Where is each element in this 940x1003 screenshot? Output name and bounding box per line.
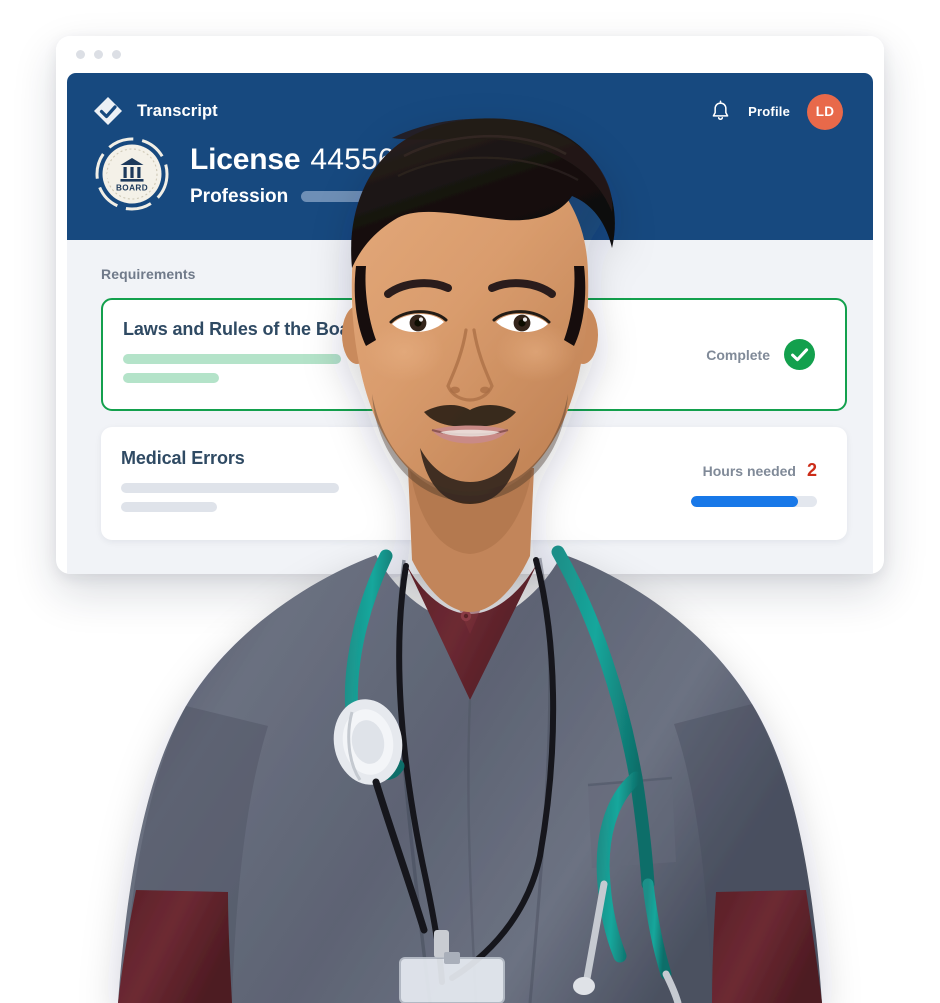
requirement-status: Hours needed 2	[691, 460, 817, 507]
requirements-section: Requirements Laws and Rules of the Board…	[67, 240, 873, 574]
screenshot-root: Transcript Profile LD BOARD License 4455…	[0, 0, 940, 1003]
license-number: 445566	[310, 142, 412, 176]
progress-bar-fill	[691, 496, 799, 507]
section-title: Requirements	[101, 266, 196, 282]
progress-bar	[691, 496, 817, 507]
requirement-info: Laws and Rules of the Board	[123, 317, 367, 392]
requirement-card-complete[interactable]: Laws and Rules of the Board Complete	[101, 298, 847, 411]
profile-label[interactable]: Profile	[748, 104, 790, 119]
bell-icon[interactable]	[710, 100, 731, 123]
diamond-check-logo-icon	[92, 96, 124, 128]
license-row: BOARD License 445566 Profession	[67, 129, 873, 211]
check-circle-icon	[784, 339, 815, 370]
hours-needed-value: 2	[806, 460, 817, 480]
profession-label: Profession	[190, 185, 289, 207]
window-dot-close[interactable]	[76, 50, 85, 59]
requirement-title: Laws and Rules of the Board	[123, 319, 368, 339]
skeleton-line-short	[123, 373, 219, 383]
requirement-title: Medical Errors	[121, 448, 245, 468]
hours-row: Hours needed 2	[703, 460, 817, 481]
board-seal-badge-icon: BOARD	[95, 137, 169, 211]
svg-text:BOARD: BOARD	[116, 184, 148, 193]
browser-window: Transcript Profile LD BOARD License 4455…	[56, 36, 884, 574]
header-actions: Profile LD	[710, 93, 843, 130]
avatar[interactable]: LD	[807, 93, 843, 130]
browser-titlebar	[56, 36, 884, 73]
profession-line: Profession	[190, 186, 412, 208]
skeleton-line-long	[123, 354, 341, 364]
window-dot-minimize[interactable]	[94, 50, 103, 59]
requirement-info: Medical Errors	[121, 446, 339, 521]
brand[interactable]: Transcript	[92, 96, 218, 128]
brand-name: Transcript	[137, 102, 218, 120]
skeleton-line-short	[121, 502, 217, 512]
status-row: Complete	[706, 339, 815, 370]
license-label: License	[190, 142, 301, 176]
status-text: Complete	[706, 346, 770, 363]
hours-needed-label: Hours needed	[702, 462, 796, 479]
app-header: Transcript Profile LD BOARD License 4455…	[67, 73, 873, 240]
app-header-top-bar: Transcript Profile LD	[67, 73, 873, 130]
license-line: License 445566	[190, 143, 412, 177]
window-dot-maximize[interactable]	[112, 50, 121, 59]
profession-value-placeholder	[301, 191, 397, 202]
requirement-card-in-progress[interactable]: Medical Errors Hours needed 2	[101, 427, 847, 540]
skeleton-line-long	[121, 483, 339, 493]
requirement-status: Complete	[706, 339, 815, 370]
license-text-block: License 445566 Profession	[190, 141, 412, 208]
